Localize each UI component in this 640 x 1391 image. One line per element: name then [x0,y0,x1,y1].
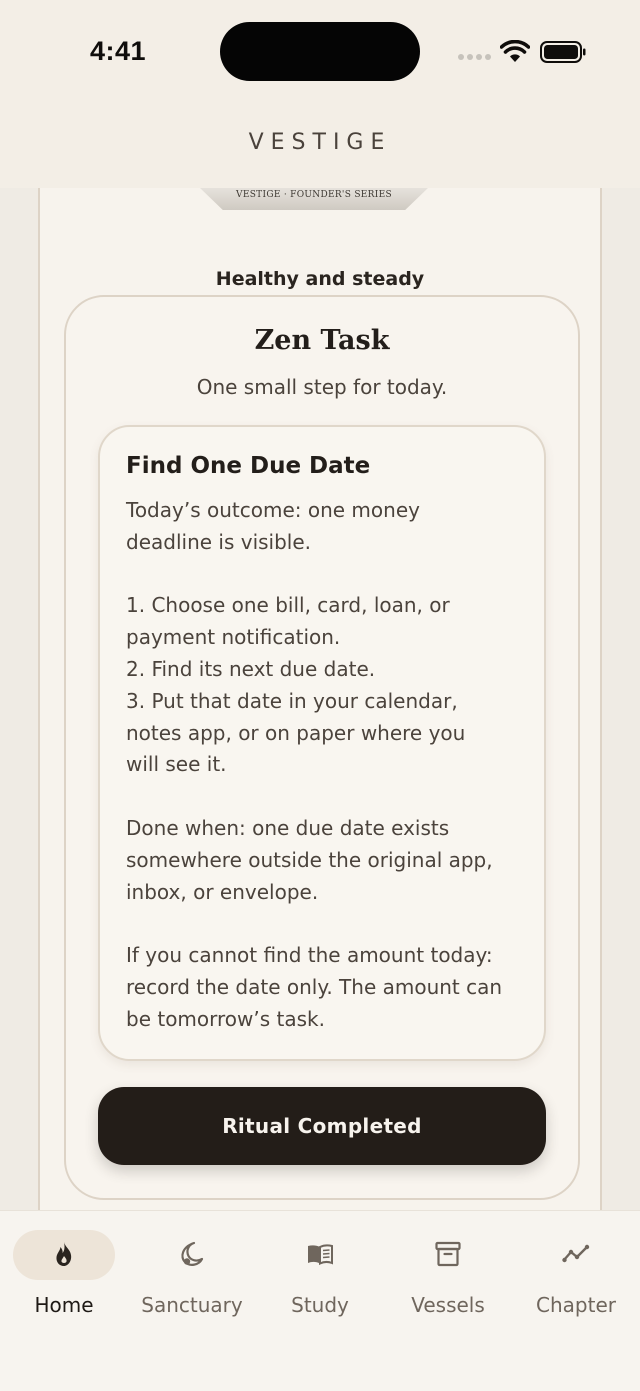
instruction-line: 2. Find its next due date. [126,656,376,681]
instruction-line: If you cannot find the amount today: [126,943,493,968]
app-header: VESTIGE [0,104,640,188]
tab-home[interactable]: Home [0,1229,128,1329]
instruction-line: inbox, or envelope. [126,879,319,904]
tab-label: Home [34,1293,94,1317]
founder-card-label: VESTIGE · FOUNDER'S SERIES [236,190,392,200]
instruction-title: Find One Due Date [126,453,371,479]
app-title: VESTIGE [248,130,392,155]
tab-sanctuary[interactable]: Sanctuary [128,1229,256,1329]
task-subtitle: One small step for today. [196,375,448,399]
tab-label: Sanctuary [141,1293,243,1317]
instruction-body: Today’s outcome: one money deadline is v… [126,495,526,1036]
instruction-line: payment notification. [126,625,341,650]
zen-task-card: Zen Task One small step for today. Find … [64,295,580,1200]
tab-bar: Home Sanctuary Study Vessels Chapter [0,1210,640,1391]
task-title: Zen Task [254,325,390,356]
founder-card-image: VESTIGE · FOUNDER'S SERIES [200,188,428,210]
moon-icon [181,1241,204,1266]
flame-icon [56,1242,72,1266]
instruction-line: Today’s outcome: one money [126,498,420,522]
tab-study[interactable]: Study [256,1229,384,1329]
tab-label: Vessels [411,1293,485,1317]
instruction-card: Find One Due Date Today’s outcome: one m… [98,425,546,1061]
status-bar: 4:41 [0,0,640,104]
instruction-line: deadline is visible. [126,529,312,554]
instruction-line: will see it. [126,752,227,777]
instruction-line: record the date only. The amount can [126,974,503,999]
instruction-line: 1. Choose one bill, card, loan, or [126,593,450,618]
home-sheet: VESTIGE · FOUNDER'S SERIES Healthy and s… [38,188,602,1210]
tab-label: Study [291,1293,349,1317]
archive-icon [435,1241,461,1267]
battery-icon [540,41,586,63]
instruction-line: 3. Put that date in your calendar, [126,688,458,713]
instruction-line: notes app, or on paper where you [126,720,466,745]
dynamic-island [220,22,420,81]
instruction-line: Done when: one due date exists [126,815,450,840]
wifi-icon [500,40,530,62]
instruction-line: somewhere outside the original app, [126,847,493,872]
status-time: 4:41 [90,36,147,66]
trend-line-icon [562,1244,590,1263]
book-icon [308,1244,333,1266]
ritual-completed-button[interactable]: Ritual Completed [98,1087,546,1165]
instruction-line: be tomorrow’s task. [126,1006,325,1031]
tab-vessels[interactable]: Vessels [384,1229,512,1329]
tab-label: Chapter [536,1293,616,1317]
health-status: Healthy and steady [215,268,425,290]
cellular-signal-icon [458,54,492,62]
tab-chapter[interactable]: Chapter [512,1229,640,1329]
